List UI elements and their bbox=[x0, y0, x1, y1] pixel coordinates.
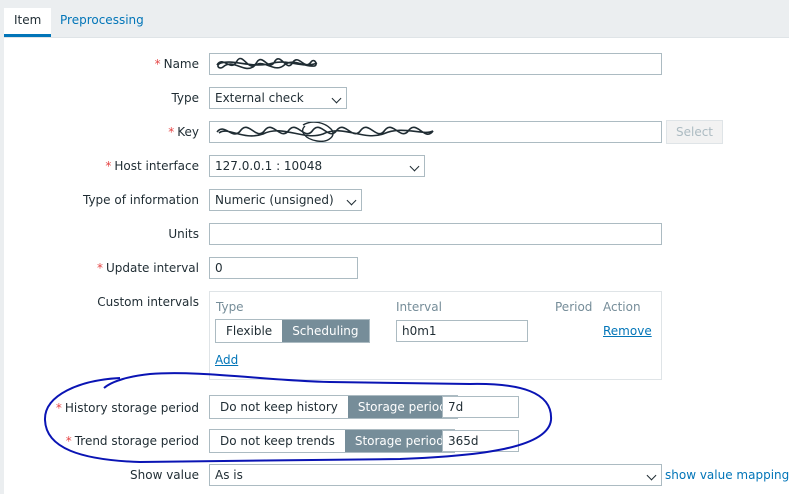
custom-intervals-label: Custom intervals bbox=[97, 295, 199, 309]
show-value-select[interactable]: As is bbox=[209, 464, 662, 486]
chevron-down-icon bbox=[409, 161, 420, 172]
name-input[interactable] bbox=[209, 53, 662, 75]
show-value-label: Show value bbox=[130, 468, 199, 482]
host-interface-label: * Host interface bbox=[105, 159, 199, 173]
flexible-option[interactable]: Flexible bbox=[216, 320, 283, 342]
type-select[interactable]: External check bbox=[209, 87, 347, 109]
remove-interval-link[interactable]: Remove bbox=[603, 324, 652, 338]
show-value-mappings-link[interactable]: show value mappings bbox=[665, 468, 789, 482]
required-marker: * bbox=[105, 159, 112, 173]
name-label: * Name bbox=[154, 57, 199, 71]
units-input[interactable] bbox=[209, 223, 662, 245]
trend-storage-period-option[interactable]: Storage period bbox=[344, 430, 454, 452]
redacted-name-scribble bbox=[216, 57, 318, 70]
interval-type-toggle: Flexible Scheduling bbox=[215, 319, 370, 343]
history-storage-toggle: Do not keep history Storage period bbox=[209, 395, 458, 419]
required-marker: * bbox=[96, 261, 103, 275]
trend-period-input[interactable]: 365d bbox=[442, 430, 519, 452]
required-marker: * bbox=[168, 125, 175, 139]
update-interval-input[interactable]: 0 bbox=[209, 257, 358, 279]
required-marker: * bbox=[55, 401, 62, 415]
show-value-value: As is bbox=[215, 468, 243, 482]
col-action-header: Action bbox=[603, 300, 641, 314]
chevron-down-icon bbox=[346, 195, 357, 206]
type-of-information-value: Numeric (unsigned) bbox=[215, 193, 334, 207]
chevron-down-icon bbox=[331, 93, 342, 104]
custom-intervals-table: Type Interval Period Action Flexible Sch… bbox=[209, 291, 662, 380]
key-label: * Key bbox=[168, 125, 199, 139]
trend-storage-toggle: Do not keep trends Storage period bbox=[209, 429, 455, 453]
key-input[interactable] bbox=[209, 121, 662, 143]
required-marker: * bbox=[65, 434, 72, 448]
redacted-key-scribble bbox=[216, 122, 434, 142]
item-form: * Name Type External check * Key Select * H… bbox=[4, 37, 789, 494]
do-not-keep-history-option[interactable]: Do not keep history bbox=[210, 396, 348, 418]
host-interface-select[interactable]: 127.0.0.1 : 10048 bbox=[209, 155, 425, 177]
trend-storage-label: * Trend storage period bbox=[65, 434, 199, 448]
units-label: Units bbox=[168, 227, 199, 241]
col-interval-header: Interval bbox=[396, 300, 442, 314]
col-period-header: Period bbox=[555, 300, 593, 314]
scheduling-option[interactable]: Scheduling bbox=[282, 320, 369, 342]
history-period-input[interactable]: 7d bbox=[442, 396, 519, 418]
required-marker: * bbox=[154, 57, 161, 71]
type-label: Type bbox=[171, 91, 199, 105]
add-interval-link[interactable]: Add bbox=[215, 353, 238, 367]
history-storage-label: * History storage period bbox=[55, 401, 199, 415]
tab-preprocessing[interactable]: Preprocessing bbox=[50, 8, 154, 34]
history-storage-period-option[interactable]: Storage period bbox=[347, 396, 457, 418]
chevron-down-icon bbox=[646, 470, 657, 481]
type-of-information-select[interactable]: Numeric (unsigned) bbox=[209, 189, 362, 211]
type-value: External check bbox=[215, 91, 304, 105]
col-type-header: Type bbox=[216, 300, 244, 314]
host-interface-value: 127.0.0.1 : 10048 bbox=[215, 159, 323, 173]
do-not-keep-trends-option[interactable]: Do not keep trends bbox=[210, 430, 345, 452]
update-interval-label: * Update interval bbox=[96, 261, 199, 275]
type-of-information-label: Type of information bbox=[82, 193, 199, 207]
key-select-button[interactable]: Select bbox=[666, 120, 723, 144]
tab-item[interactable]: Item bbox=[4, 8, 52, 37]
interval-input[interactable]: h0m1 bbox=[396, 320, 528, 342]
